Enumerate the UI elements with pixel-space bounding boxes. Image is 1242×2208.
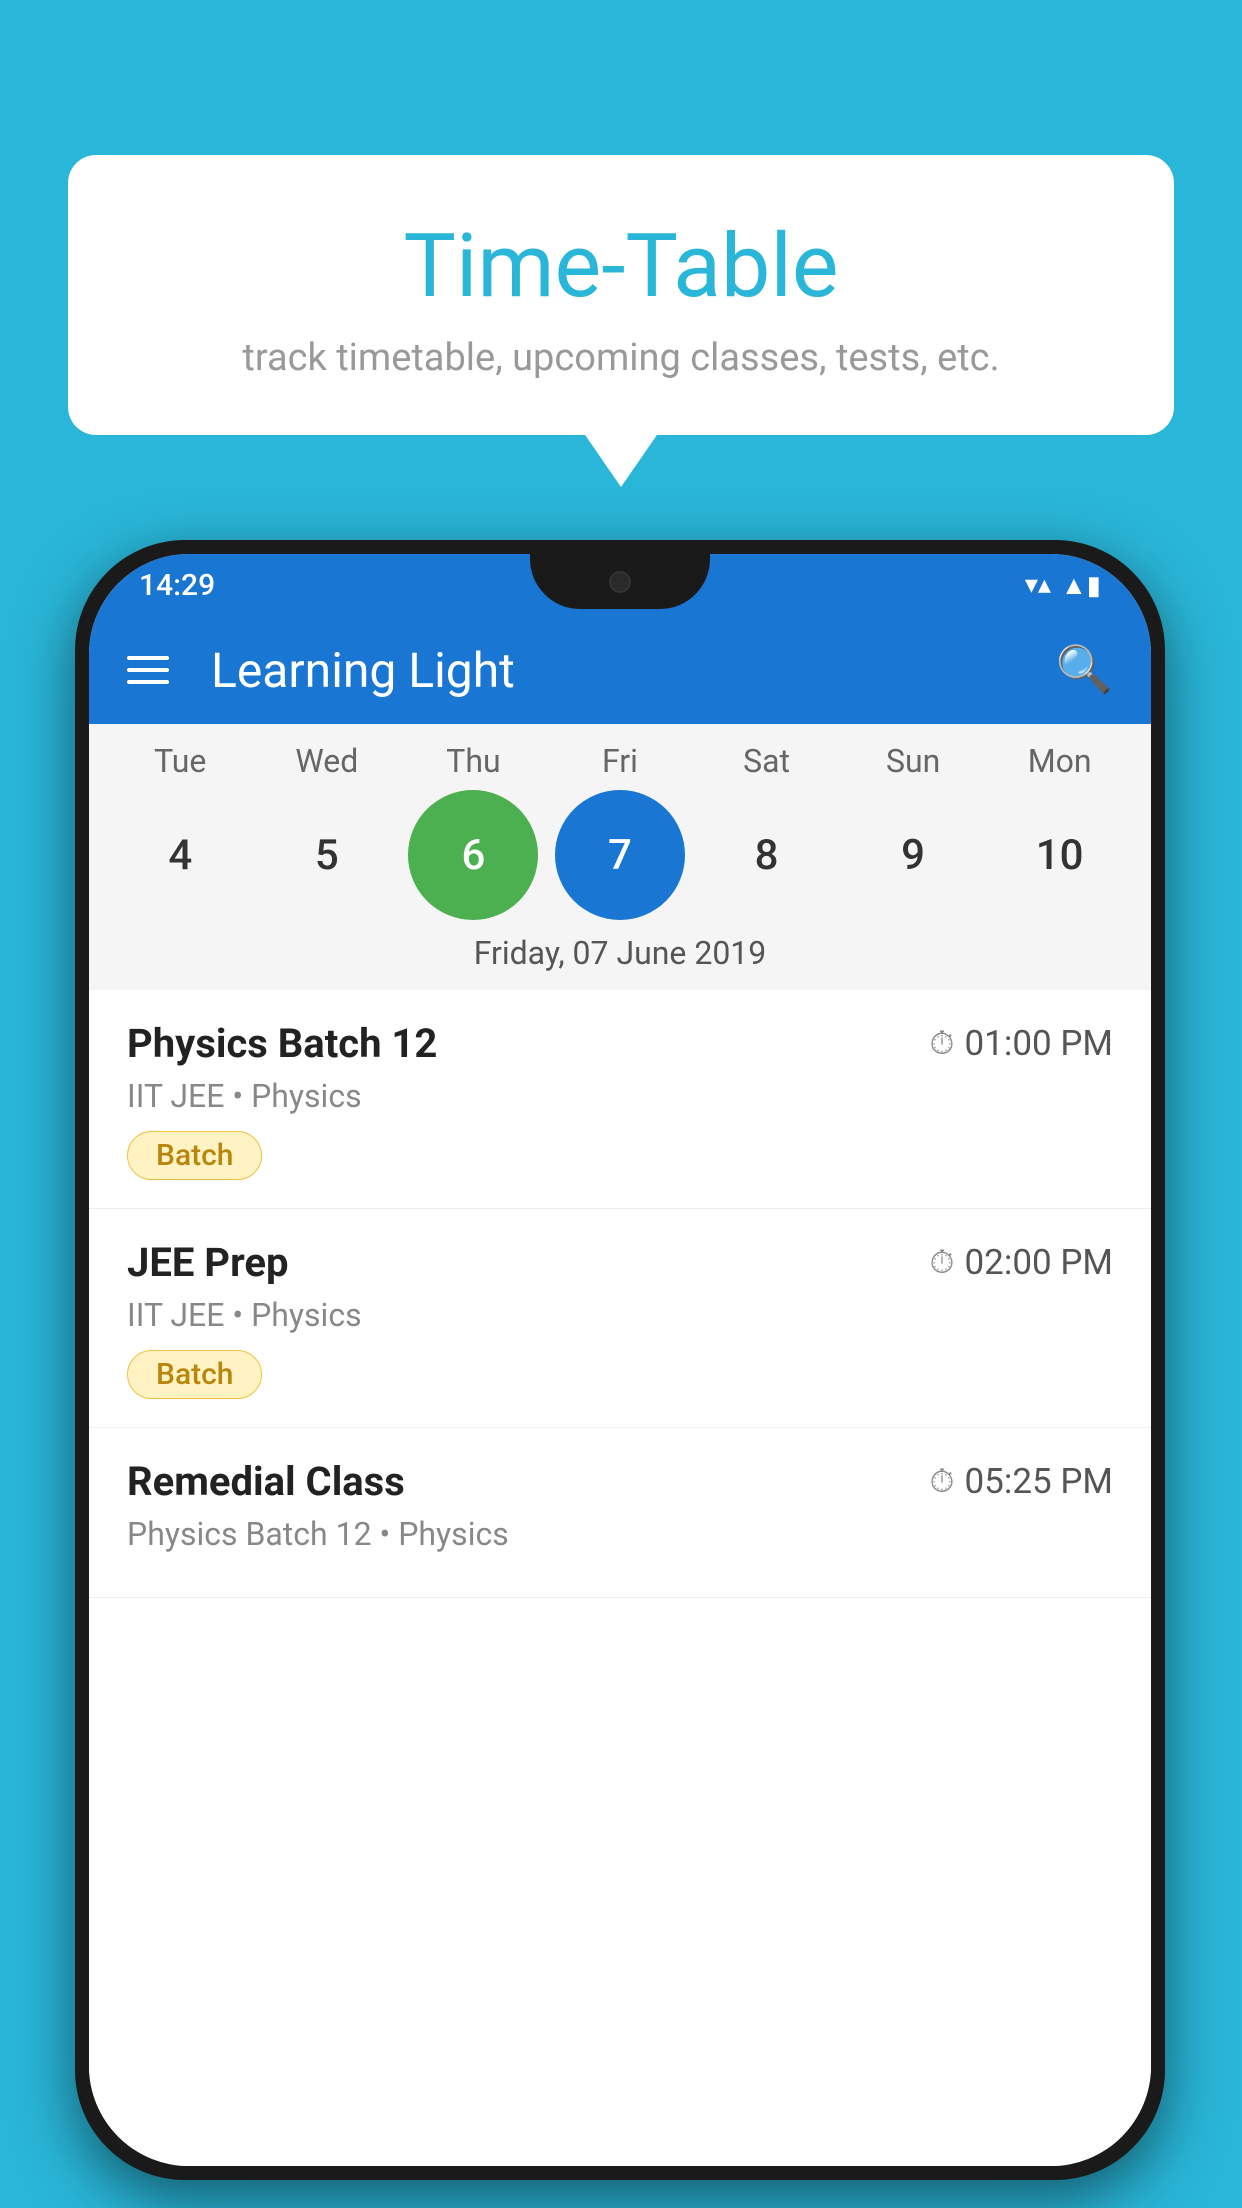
clock-icon-1: ⏱ bbox=[930, 1024, 955, 1063]
class-item-3-header: Remedial Class ⏱ 05:25 PM bbox=[127, 1458, 1113, 1505]
day-9[interactable]: 9 bbox=[848, 790, 978, 920]
phone-camera bbox=[609, 571, 631, 593]
page-subtitle: track timetable, upcoming classes, tests… bbox=[108, 336, 1134, 380]
class-name-2: JEE Prep bbox=[127, 1239, 288, 1286]
class-item-3[interactable]: Remedial Class ⏱ 05:25 PM Physics Batch … bbox=[89, 1428, 1151, 1598]
selected-date-label: Friday, 07 June 2019 bbox=[89, 920, 1151, 990]
status-icons: ▾▴ ▲▮ bbox=[1025, 570, 1101, 601]
calendar-strip: Tue Wed Thu Fri Sat Sun Mon 4 5 6 7 8 9 … bbox=[89, 724, 1151, 990]
class-time-text-3: 05:25 PM bbox=[965, 1461, 1113, 1502]
day-8[interactable]: 8 bbox=[702, 790, 832, 920]
clock-icon-3: ⏱ bbox=[930, 1462, 955, 1501]
class-item-2-header: JEE Prep ⏱ 02:00 PM bbox=[127, 1239, 1113, 1286]
class-name-1: Physics Batch 12 bbox=[127, 1020, 437, 1067]
app-bar: Learning Light 🔍 bbox=[89, 616, 1151, 724]
day-header-sat: Sat bbox=[702, 742, 832, 780]
day-header-tue: Tue bbox=[115, 742, 245, 780]
day-header-thu: Thu bbox=[408, 742, 538, 780]
class-list: Physics Batch 12 ⏱ 01:00 PM IIT JEE • Ph… bbox=[89, 990, 1151, 2166]
app-title: Learning Light bbox=[211, 642, 1026, 699]
status-time: 14:29 bbox=[139, 568, 215, 603]
speech-bubble-card: Time-Table track timetable, upcoming cla… bbox=[68, 155, 1174, 435]
class-time-1: ⏱ 01:00 PM bbox=[930, 1023, 1113, 1064]
class-item-1-header: Physics Batch 12 ⏱ 01:00 PM bbox=[127, 1020, 1113, 1067]
wifi-icon: ▾▴ bbox=[1025, 570, 1051, 600]
class-time-text-2: 02:00 PM bbox=[965, 1242, 1113, 1283]
day-10[interactable]: 10 bbox=[995, 790, 1125, 920]
class-meta-3: Physics Batch 12 • Physics bbox=[127, 1515, 1113, 1553]
class-time-text-1: 01:00 PM bbox=[965, 1023, 1113, 1064]
day-numbers: 4 5 6 7 8 9 10 bbox=[89, 790, 1151, 920]
search-icon[interactable]: 🔍 bbox=[1056, 643, 1113, 697]
day-header-wed: Wed bbox=[262, 742, 392, 780]
menu-icon[interactable] bbox=[127, 656, 169, 684]
batch-tag-1: Batch bbox=[127, 1131, 262, 1180]
day-headers: Tue Wed Thu Fri Sat Sun Mon bbox=[89, 742, 1151, 780]
phone-frame: 14:29 ▾▴ ▲▮ Learning Light 🔍 Tu bbox=[75, 540, 1165, 2180]
phone-screen: 14:29 ▾▴ ▲▮ Learning Light 🔍 Tu bbox=[89, 554, 1151, 2166]
class-name-3: Remedial Class bbox=[127, 1458, 405, 1505]
day-header-fri: Fri bbox=[555, 742, 685, 780]
page-title: Time-Table bbox=[108, 215, 1134, 318]
class-time-3: ⏱ 05:25 PM bbox=[930, 1461, 1113, 1502]
class-item-2[interactable]: JEE Prep ⏱ 02:00 PM IIT JEE • Physics Ba… bbox=[89, 1209, 1151, 1428]
signal-icon: ▲▮ bbox=[1061, 570, 1101, 601]
batch-tag-2: Batch bbox=[127, 1350, 262, 1399]
phone-notch bbox=[530, 554, 710, 609]
class-meta-2: IIT JEE • Physics bbox=[127, 1296, 1113, 1334]
clock-icon-2: ⏱ bbox=[930, 1243, 955, 1282]
class-meta-1: IIT JEE • Physics bbox=[127, 1077, 1113, 1115]
day-7-selected[interactable]: 7 bbox=[555, 790, 685, 920]
day-4[interactable]: 4 bbox=[115, 790, 245, 920]
class-item-1[interactable]: Physics Batch 12 ⏱ 01:00 PM IIT JEE • Ph… bbox=[89, 990, 1151, 1209]
day-6-today[interactable]: 6 bbox=[408, 790, 538, 920]
day-header-sun: Sun bbox=[848, 742, 978, 780]
screen-content: 14:29 ▾▴ ▲▮ Learning Light 🔍 Tu bbox=[89, 554, 1151, 2166]
day-5[interactable]: 5 bbox=[262, 790, 392, 920]
day-header-mon: Mon bbox=[995, 742, 1125, 780]
class-time-2: ⏱ 02:00 PM bbox=[930, 1242, 1113, 1283]
